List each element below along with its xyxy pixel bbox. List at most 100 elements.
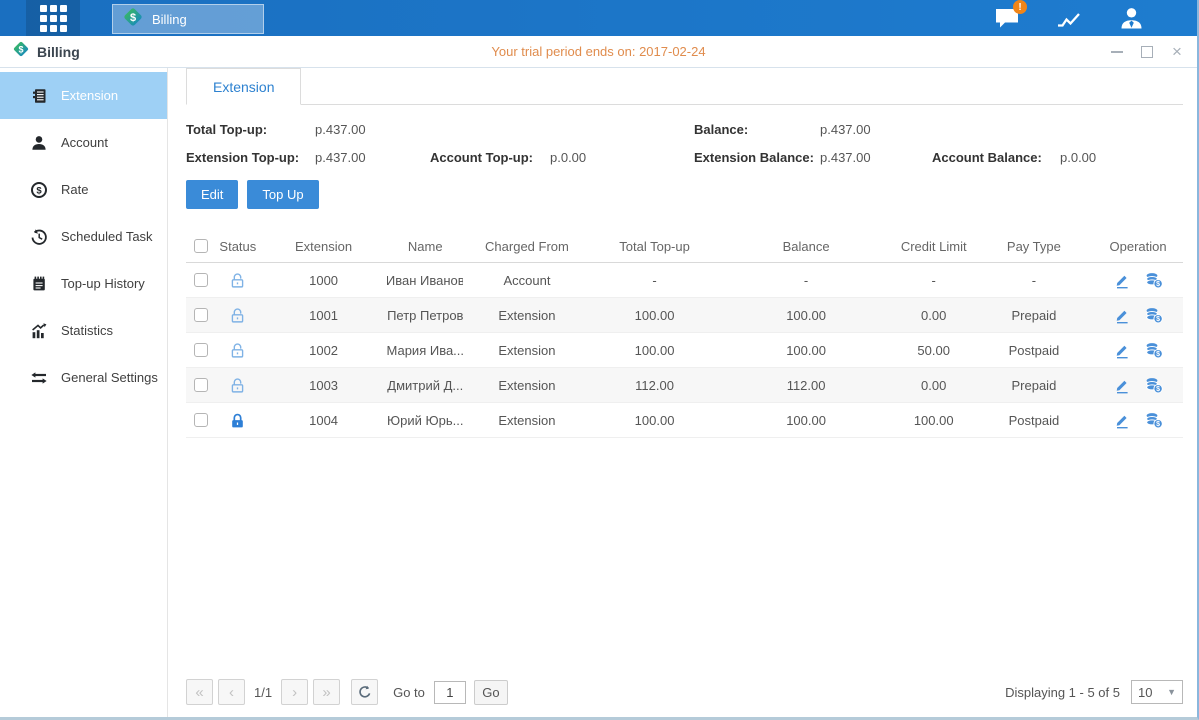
sidebar-item-scheduled-task[interactable]: Scheduled Task: [0, 213, 167, 260]
edit-row-icon[interactable]: [1113, 272, 1131, 289]
cell-pay-type: Postpaid: [974, 403, 1095, 437]
sidebar-item-statistics[interactable]: Statistics: [0, 307, 167, 354]
cell-total-topup: 112.00: [591, 368, 719, 402]
sidebar-item-extension[interactable]: Extension: [0, 72, 167, 119]
row-checkbox[interactable]: [194, 413, 208, 427]
user-account-button[interactable]: [1117, 5, 1145, 31]
cell-balance: 100.00: [718, 403, 893, 437]
dollar-circle-icon: $: [30, 181, 48, 199]
row-checkbox[interactable]: [194, 273, 208, 287]
lock-open-icon: [229, 307, 246, 324]
sidebar-item-rate[interactable]: $ Rate: [0, 166, 167, 213]
row-checkbox[interactable]: [194, 343, 208, 357]
main-content: Extension Total Top-up: p.437.00 Extensi…: [168, 68, 1197, 717]
taskbar-billing-tab[interactable]: $ Billing: [112, 4, 264, 34]
sidebar-item-label: Extension: [61, 88, 118, 103]
minimize-button[interactable]: [1109, 44, 1125, 60]
sidebar-item-general-settings[interactable]: General Settings: [0, 354, 167, 401]
table-row[interactable]: 1004 Юрий Юрь... Extension 100.00 100.00…: [186, 403, 1183, 438]
bar-chart-icon: [30, 322, 48, 340]
apps-grid-icon: [40, 5, 67, 32]
cell-charged-from: Extension: [463, 368, 591, 402]
top-up-row-icon[interactable]: $: [1145, 342, 1163, 359]
resource-monitor-icon: [1056, 8, 1083, 29]
cell-name: Дмитрий Д...: [387, 368, 463, 402]
cell-total-topup: 100.00: [591, 403, 719, 437]
page-size-value: 10: [1138, 685, 1152, 700]
table-row[interactable]: 1003 Дмитрий Д... Extension 112.00 112.0…: [186, 368, 1183, 403]
sidebar-item-label: General Settings: [61, 370, 158, 385]
row-checkbox[interactable]: [194, 378, 208, 392]
chevron-down-icon: ▼: [1167, 687, 1176, 697]
billing-app-window: $ Billing !: [0, 0, 1199, 720]
ledger-icon: [30, 87, 48, 105]
cell-total-topup: 100.00: [591, 333, 719, 367]
tab-extension[interactable]: Extension: [186, 68, 301, 105]
sidebar-item-account[interactable]: Account: [0, 119, 167, 166]
pagination-bar: « ‹ 1/1 › » Go to Go Displaying 1 - 5 of…: [186, 673, 1183, 711]
cell-extension: 1003: [260, 368, 388, 402]
lock-open-icon: [229, 342, 246, 359]
go-button[interactable]: Go: [474, 680, 508, 705]
extension-balance-value: p.437.00: [820, 150, 932, 165]
notifications-button[interactable]: !: [993, 5, 1021, 31]
window-titlebar: $ Billing Your trial period ends on: 201…: [0, 36, 1197, 68]
top-up-row-icon[interactable]: $: [1145, 307, 1163, 324]
extension-balance-label: Extension Balance:: [694, 150, 820, 165]
column-header: Status: [216, 230, 260, 262]
cell-pay-type: Prepaid: [974, 298, 1095, 332]
prev-page-button[interactable]: ‹: [218, 679, 245, 705]
cell-pay-type: -: [974, 263, 1095, 297]
main-menu-button[interactable]: [26, 0, 80, 36]
trial-notice: Your trial period ends on: 2017-02-24: [0, 44, 1197, 59]
column-header: Charged From: [463, 230, 591, 262]
next-page-button[interactable]: ›: [281, 679, 308, 705]
cell-name: Иван Иванов: [387, 263, 463, 297]
sidebar-item-label: Statistics: [61, 323, 113, 338]
resource-monitor-button[interactable]: [1055, 5, 1083, 31]
column-header: Pay Type: [974, 230, 1095, 262]
account-topup-value: p.0.00: [550, 150, 694, 165]
goto-page-input[interactable]: [434, 681, 466, 704]
first-page-button[interactable]: «: [186, 679, 213, 705]
top-up-row-icon[interactable]: $: [1145, 272, 1163, 289]
edit-button[interactable]: Edit: [186, 180, 238, 209]
page-size-select[interactable]: 10 ▼: [1131, 680, 1183, 704]
cell-credit-limit: 0.00: [894, 368, 974, 402]
billing-diamond-icon: $: [122, 6, 144, 33]
window-title: Billing: [37, 44, 80, 60]
maximize-button[interactable]: [1139, 44, 1155, 60]
edit-row-icon[interactable]: [1113, 342, 1131, 359]
sidebar-item-top-up-history[interactable]: Top-up History: [0, 260, 167, 307]
top-up-button[interactable]: Top Up: [247, 180, 318, 209]
extensions-table: StatusExtensionNameCharged FromTotal Top…: [186, 230, 1183, 438]
cell-charged-from: Extension: [463, 333, 591, 367]
cell-charged-from: Extension: [463, 298, 591, 332]
refresh-button[interactable]: [351, 679, 378, 705]
page-indicator: 1/1: [254, 685, 272, 700]
table-row[interactable]: 1001 Петр Петров Extension 100.00 100.00…: [186, 298, 1183, 333]
user-icon: [1118, 6, 1145, 30]
cell-credit-limit: 50.00: [894, 333, 974, 367]
close-button[interactable]: ×: [1169, 44, 1185, 60]
cell-extension: 1004: [260, 403, 388, 437]
balance-summary: Total Top-up: p.437.00 Extension Top-up:…: [186, 122, 1183, 165]
edit-row-icon[interactable]: [1113, 412, 1131, 429]
edit-row-icon[interactable]: [1113, 377, 1131, 394]
account-balance-label: Account Balance:: [932, 150, 1060, 165]
taskbar-tab-label: Billing: [152, 12, 187, 27]
select-all-checkbox[interactable]: [194, 239, 208, 253]
top-up-row-icon[interactable]: $: [1145, 377, 1163, 394]
row-checkbox[interactable]: [194, 308, 208, 322]
edit-row-icon[interactable]: [1113, 307, 1131, 324]
table-row[interactable]: 1000 Иван Иванов Account - - - -: [186, 263, 1183, 298]
lock-closed-icon: [229, 412, 246, 429]
table-row[interactable]: 1002 Мария Ива... Extension 100.00 100.0…: [186, 333, 1183, 368]
sidebar-item-label: Top-up History: [61, 276, 145, 291]
column-header: Credit Limit: [894, 230, 974, 262]
last-page-button[interactable]: »: [313, 679, 340, 705]
lock-open-icon: [229, 377, 246, 394]
cell-total-topup: -: [591, 263, 719, 297]
top-up-row-icon[interactable]: $: [1145, 412, 1163, 429]
billing-diamond-icon: $: [12, 40, 30, 63]
